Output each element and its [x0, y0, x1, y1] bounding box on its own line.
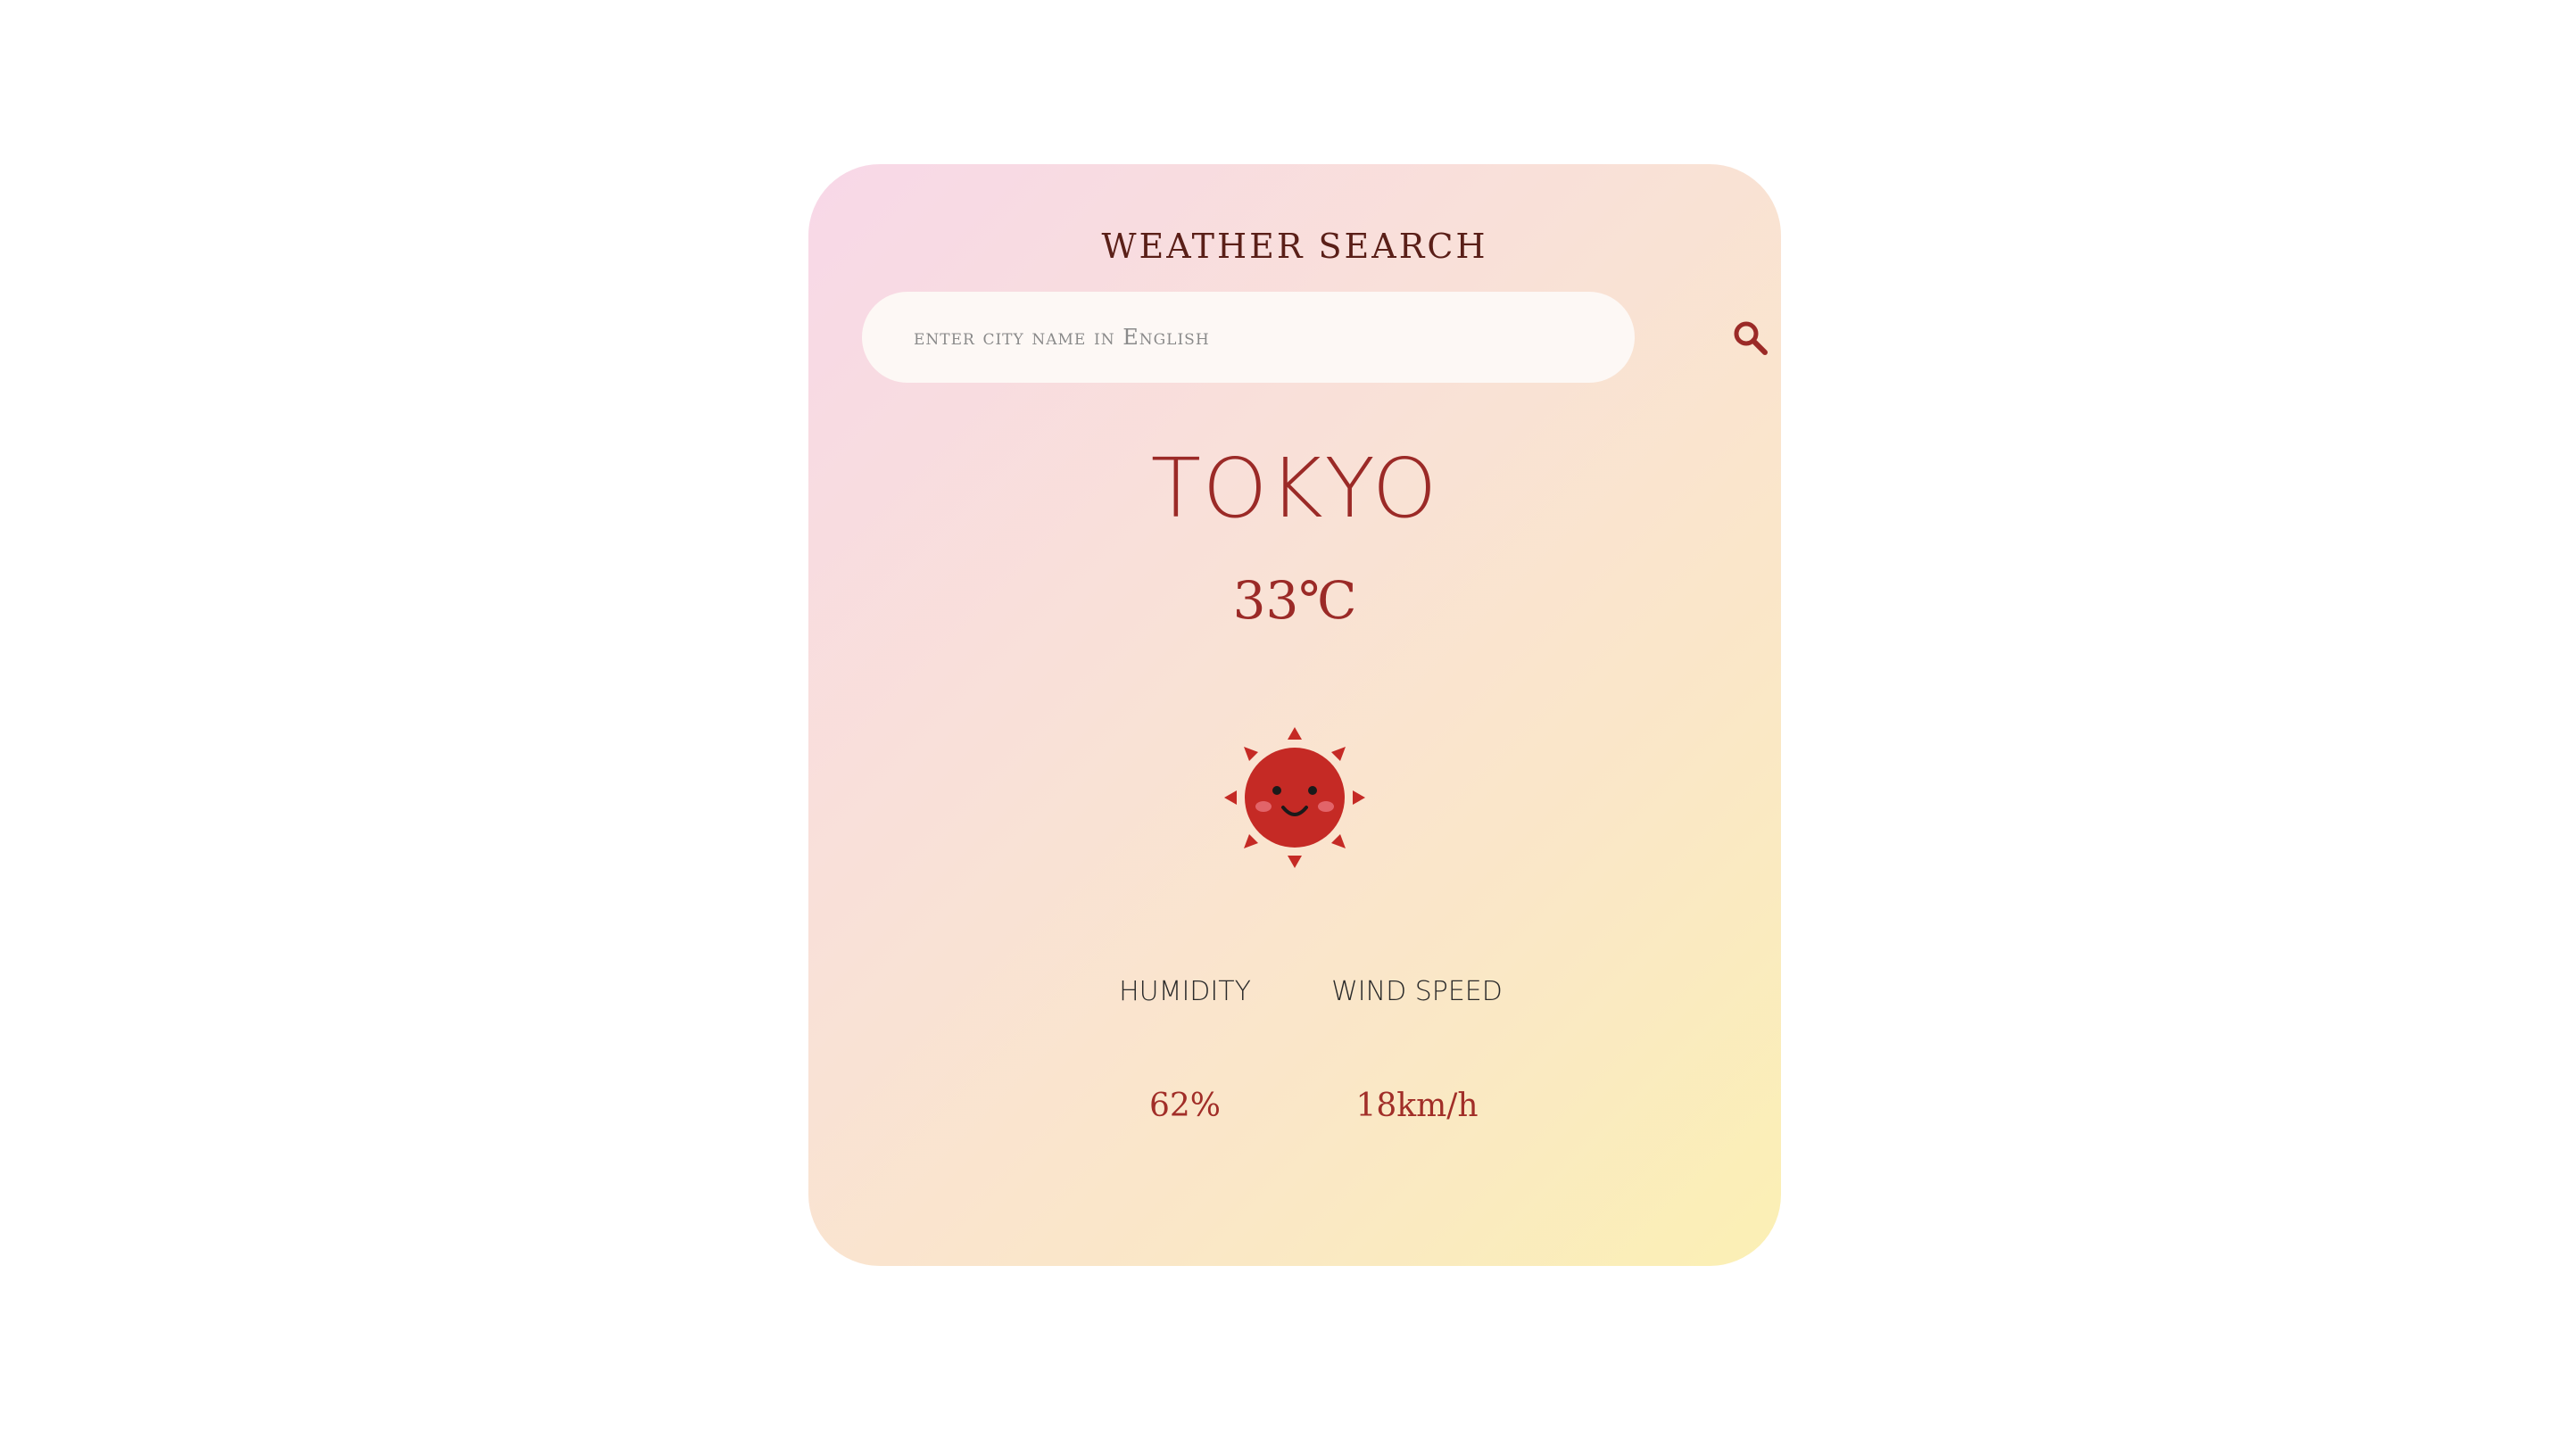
temperature: 33℃	[1232, 570, 1357, 631]
wind-speed-value: 18km/h	[1355, 1088, 1479, 1124]
search-bar: enter city name in English	[862, 292, 1768, 383]
city-search-input[interactable]: enter city name in English	[862, 292, 1635, 383]
weather-stats: Humidity Wind Speed 62% 18km/h	[808, 976, 1781, 1154]
humidity-value: 62%	[1148, 1088, 1221, 1124]
city-name: TOKYO	[1150, 441, 1439, 536]
wind-speed-label: Wind Speed	[1331, 976, 1503, 1007]
humidity-label: Humidity	[1119, 976, 1251, 1007]
search-icon	[1734, 321, 1768, 355]
weather-icon	[1219, 722, 1371, 873]
search-button[interactable]	[1724, 311, 1777, 365]
weather-card: Weather Search enter city name in Englis…	[808, 164, 1781, 1266]
app-title: Weather Search	[1101, 227, 1488, 266]
search-placeholder: enter city name in English	[914, 325, 1210, 350]
smiling-sun-icon	[1224, 727, 1365, 868]
